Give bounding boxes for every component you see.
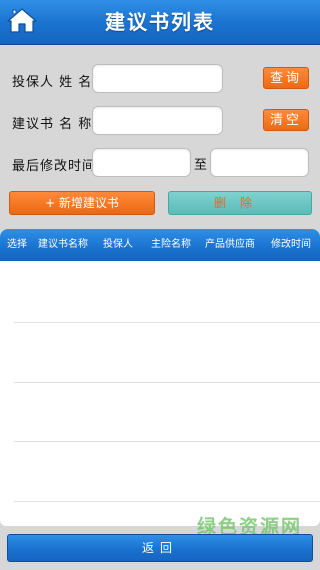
proposal-name-field[interactable] <box>92 106 223 135</box>
time-to-input[interactable] <box>211 149 308 176</box>
column-header-name[interactable]: 建议书名称 <box>38 229 88 261</box>
to-label: 至 <box>194 158 208 173</box>
row-divider <box>14 441 320 442</box>
proposal-table: 选择 建议书名称 投保人 主险名称 产品供应商 修改时间 <box>0 229 320 526</box>
back-button[interactable]: 返回 <box>7 534 313 562</box>
column-header-select[interactable]: 选择 <box>7 229 27 261</box>
time-from-field[interactable] <box>92 148 191 177</box>
column-header-insurer[interactable]: 投保人 <box>103 229 133 261</box>
clear-button[interactable]: 清空 <box>263 109 309 131</box>
time-to-field[interactable] <box>210 148 309 177</box>
row-divider <box>14 382 320 383</box>
home-icon <box>6 6 38 38</box>
page-title: 建议书列表 <box>105 10 215 34</box>
query-button[interactable]: 查询 <box>263 67 309 89</box>
time-from-input[interactable] <box>93 149 190 176</box>
column-header-main-risk[interactable]: 主险名称 <box>151 229 191 261</box>
row-divider <box>14 501 320 502</box>
add-proposal-button[interactable]: + 新增建议书 <box>9 191 155 215</box>
column-header-provider[interactable]: 产品供应商 <box>205 229 255 261</box>
insurer-name-input[interactable] <box>93 65 222 92</box>
modified-time-label: 最后修改时间 <box>12 159 97 174</box>
column-header-modified[interactable]: 修改时间 <box>271 229 311 261</box>
delete-button[interactable]: 删除 <box>168 191 312 215</box>
row-divider <box>14 322 320 323</box>
app-root: 建议书列表 投保人 姓 名 查询 建议书 名 称 清空 最后修改时间 至 + 新… <box>0 0 320 570</box>
proposal-name-input[interactable] <box>93 107 222 134</box>
insurer-name-label: 投保人 姓 名 <box>12 75 93 90</box>
insurer-name-field[interactable] <box>92 64 223 93</box>
proposal-name-label: 建议书 名 称 <box>12 117 93 132</box>
table-header: 选择 建议书名称 投保人 主险名称 产品供应商 修改时间 <box>0 229 320 261</box>
title-bar: 建议书列表 <box>0 0 320 45</box>
home-button[interactable] <box>4 5 40 39</box>
